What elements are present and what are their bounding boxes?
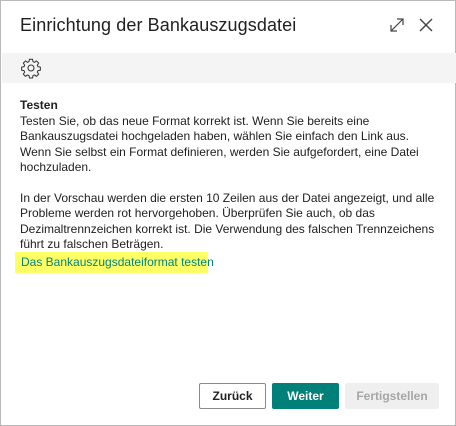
section-heading: Testen [20, 98, 58, 112]
expand-icon[interactable] [388, 16, 406, 34]
test-format-link[interactable]: Das Bankauszugsdateiformat testen [15, 252, 214, 273]
description-paragraph-1: Testen Sie, ob das neue Format korrekt i… [20, 113, 419, 175]
step-content: Testen Testen Sie, ob das neue Format ko… [20, 98, 440, 253]
description-paragraph-2: In der Vorschau werden die ersten 10 Zei… [20, 190, 435, 252]
gear-icon[interactable] [20, 57, 42, 79]
action-toolbar [2, 53, 456, 83]
close-icon[interactable] [417, 16, 435, 34]
finish-button: Fertigstellen [345, 383, 439, 409]
back-button[interactable]: Zurück [199, 383, 266, 409]
next-button[interactable]: Weiter [272, 383, 339, 409]
dialog-title: Einrichtung der Bankauszugsdatei [20, 15, 297, 35]
wizard-dialog: Einrichtung der Bankauszugsdatei Testen … [0, 0, 456, 426]
